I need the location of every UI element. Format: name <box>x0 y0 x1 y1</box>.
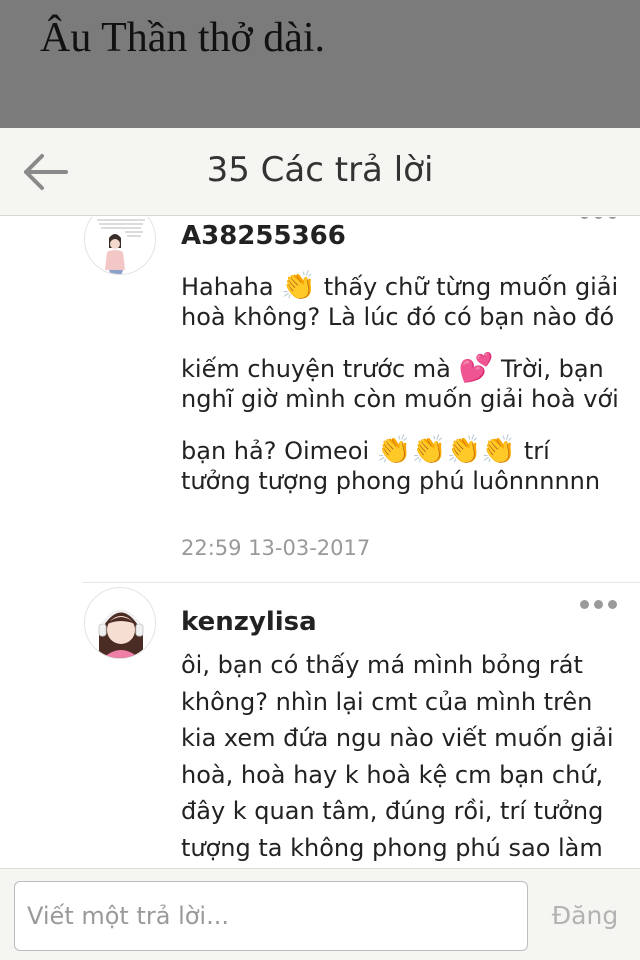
comment-text: bạn hả? Oimeoi <box>181 437 377 465</box>
comment-divider <box>82 582 640 583</box>
more-options-button[interactable] <box>578 595 618 615</box>
comment-text: Trời, bạn <box>493 355 604 383</box>
clapping-hands-icon: 👏 <box>281 269 317 302</box>
user-avatar-image <box>85 588 155 658</box>
background-story: Âu Thần thở dài. <box>0 0 640 128</box>
dot-icon <box>580 217 589 219</box>
comment-timestamp: 22:59 13-03-2017 <box>181 536 371 560</box>
reply-input[interactable] <box>14 881 528 951</box>
post-button[interactable]: Đăng <box>540 881 630 951</box>
comment-text: kiếm chuyện trước mà <box>181 355 459 383</box>
comment-text: trí <box>516 437 550 465</box>
comment-line: hoà, hoà hay k hoà kệ cm bạn chứ, <box>181 760 604 789</box>
dot-icon <box>608 600 617 609</box>
dot-icon <box>608 217 617 219</box>
replies-header: 35 Các trả lời <box>0 128 640 216</box>
user-avatar-image <box>85 217 155 274</box>
dot-icon <box>594 600 603 609</box>
comment-line: không? nhìn lại cmt của mình trên <box>181 687 593 716</box>
comment-text: Hahaha <box>181 273 282 301</box>
comment-text: thấy chữ từng muốn giải <box>316 273 619 301</box>
page-title: 35 Các trả lời <box>206 150 434 190</box>
comment-username[interactable]: A38255366 <box>181 221 346 251</box>
comment-line: nghĩ giờ mình còn muốn giải hoà với <box>181 385 619 413</box>
comment-text: tưởng tượng phong phú luônnnnnn <box>181 467 601 495</box>
comment-body: ôi, bạn có thấy má mình bỏng rát không? … <box>181 647 621 866</box>
reply-composer: Đăng <box>0 868 640 960</box>
replies-sheet: 35 Các trả lời A38255366 Hahaha 👏 thấy c… <box>0 128 640 960</box>
comment-line: đây k quan tâm, đúng rồi, trí tưởng <box>181 797 604 825</box>
comment-line: kiếm chuyện trước mà 💕 Trời, bạn <box>181 351 604 384</box>
comment-text: hoà không? Là lúc đó có bạn nào đó <box>181 303 615 331</box>
avatar[interactable] <box>84 587 156 659</box>
comment-username[interactable]: kenzylisa <box>181 607 317 637</box>
more-options-button[interactable] <box>578 217 618 225</box>
comment-line: bạn hả? Oimeoi 👏👏👏👏 trí <box>181 433 550 466</box>
avatar[interactable] <box>84 217 156 275</box>
comment-line: hoà không? Là lúc đó có bạn nào đó <box>181 303 614 331</box>
story-text: Âu Thần thở dài. <box>40 15 326 61</box>
comment-line: Hahaha 👏 thấy chữ từng muốn giải <box>181 269 618 302</box>
comment-line: ôi, bạn có thấy má mình bỏng rát <box>181 651 583 679</box>
comment-line: tượng ta không phong phú sao làm <box>181 833 603 862</box>
comment-line: kia xem đứa ngu nào viết muốn giải <box>181 724 614 752</box>
comment-line: tưởng tượng phong phú luônnnnnn <box>181 467 600 495</box>
dot-icon <box>580 600 589 609</box>
dot-icon <box>594 217 603 219</box>
clapping-hands-icon: 👏👏👏👏 <box>376 433 517 466</box>
two-hearts-icon: 💕 <box>458 351 494 384</box>
comment-text: nghĩ giờ mình còn muốn giải hoà với <box>181 385 619 413</box>
comment-list[interactable]: A38255366 Hahaha 👏 thấy chữ từng muốn gi… <box>0 217 640 867</box>
